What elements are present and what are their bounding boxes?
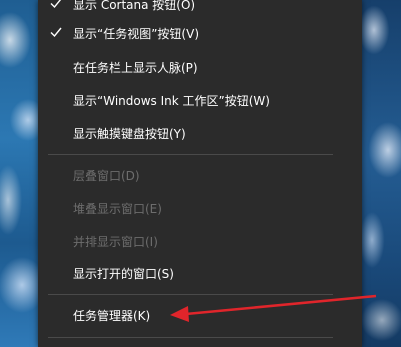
menu-item-label: 显示 Cortana 按钮(O) bbox=[73, 0, 196, 12]
taskbar-context-menu: 显示 Cortana 按钮(O) 显示“任务视图”按钮(V) 在任务栏上显示人脉… bbox=[38, 0, 362, 347]
check-icon bbox=[50, 27, 62, 38]
menu-item-show-windows-ink[interactable]: 显示“Windows Ink 工作区”按钮(W) bbox=[38, 85, 362, 115]
menu-item-show-touch-keyboard[interactable]: 显示触摸键盘按钮(Y) bbox=[38, 118, 362, 148]
menu-item-label: 堆叠显示窗口(E) bbox=[73, 201, 162, 216]
menu-item-task-manager[interactable]: 任务管理器(K) bbox=[38, 300, 362, 330]
menu-item-label: 任务管理器(K) bbox=[73, 308, 151, 323]
check-icon bbox=[50, 0, 62, 9]
menu-separator bbox=[48, 154, 333, 155]
desktop-wallpaper-left bbox=[0, 0, 38, 347]
menu-item-label: 显示“Windows Ink 工作区”按钮(W) bbox=[73, 93, 270, 108]
menu-item-label: 显示触摸键盘按钮(Y) bbox=[73, 126, 186, 141]
menu-item-show-task-view[interactable]: 显示“任务视图”按钮(V) bbox=[38, 18, 362, 48]
menu-separator bbox=[48, 294, 333, 295]
menu-item-side-by-side-windows: 并排显示窗口(I) bbox=[38, 226, 362, 256]
menu-item-show-people[interactable]: 在任务栏上显示人脉(P) bbox=[38, 52, 362, 82]
desktop-wallpaper-right bbox=[362, 0, 401, 347]
menu-item-label: 显示打开的窗口(S) bbox=[73, 266, 174, 281]
menu-separator bbox=[48, 337, 333, 338]
menu-item-label: 层叠窗口(D) bbox=[73, 168, 140, 183]
menu-item-label: 显示“任务视图”按钮(V) bbox=[73, 26, 200, 41]
menu-item-label: 并排显示窗口(I) bbox=[73, 234, 158, 249]
menu-item-show-cortana[interactable]: 显示 Cortana 按钮(O) bbox=[38, 0, 362, 19]
menu-item-cascade-windows: 层叠窗口(D) bbox=[38, 160, 362, 190]
menu-item-label: 在任务栏上显示人脉(P) bbox=[73, 60, 198, 75]
menu-item-show-open-windows[interactable]: 显示打开的窗口(S) bbox=[38, 258, 362, 288]
menu-item-stack-windows: 堆叠显示窗口(E) bbox=[38, 193, 362, 223]
